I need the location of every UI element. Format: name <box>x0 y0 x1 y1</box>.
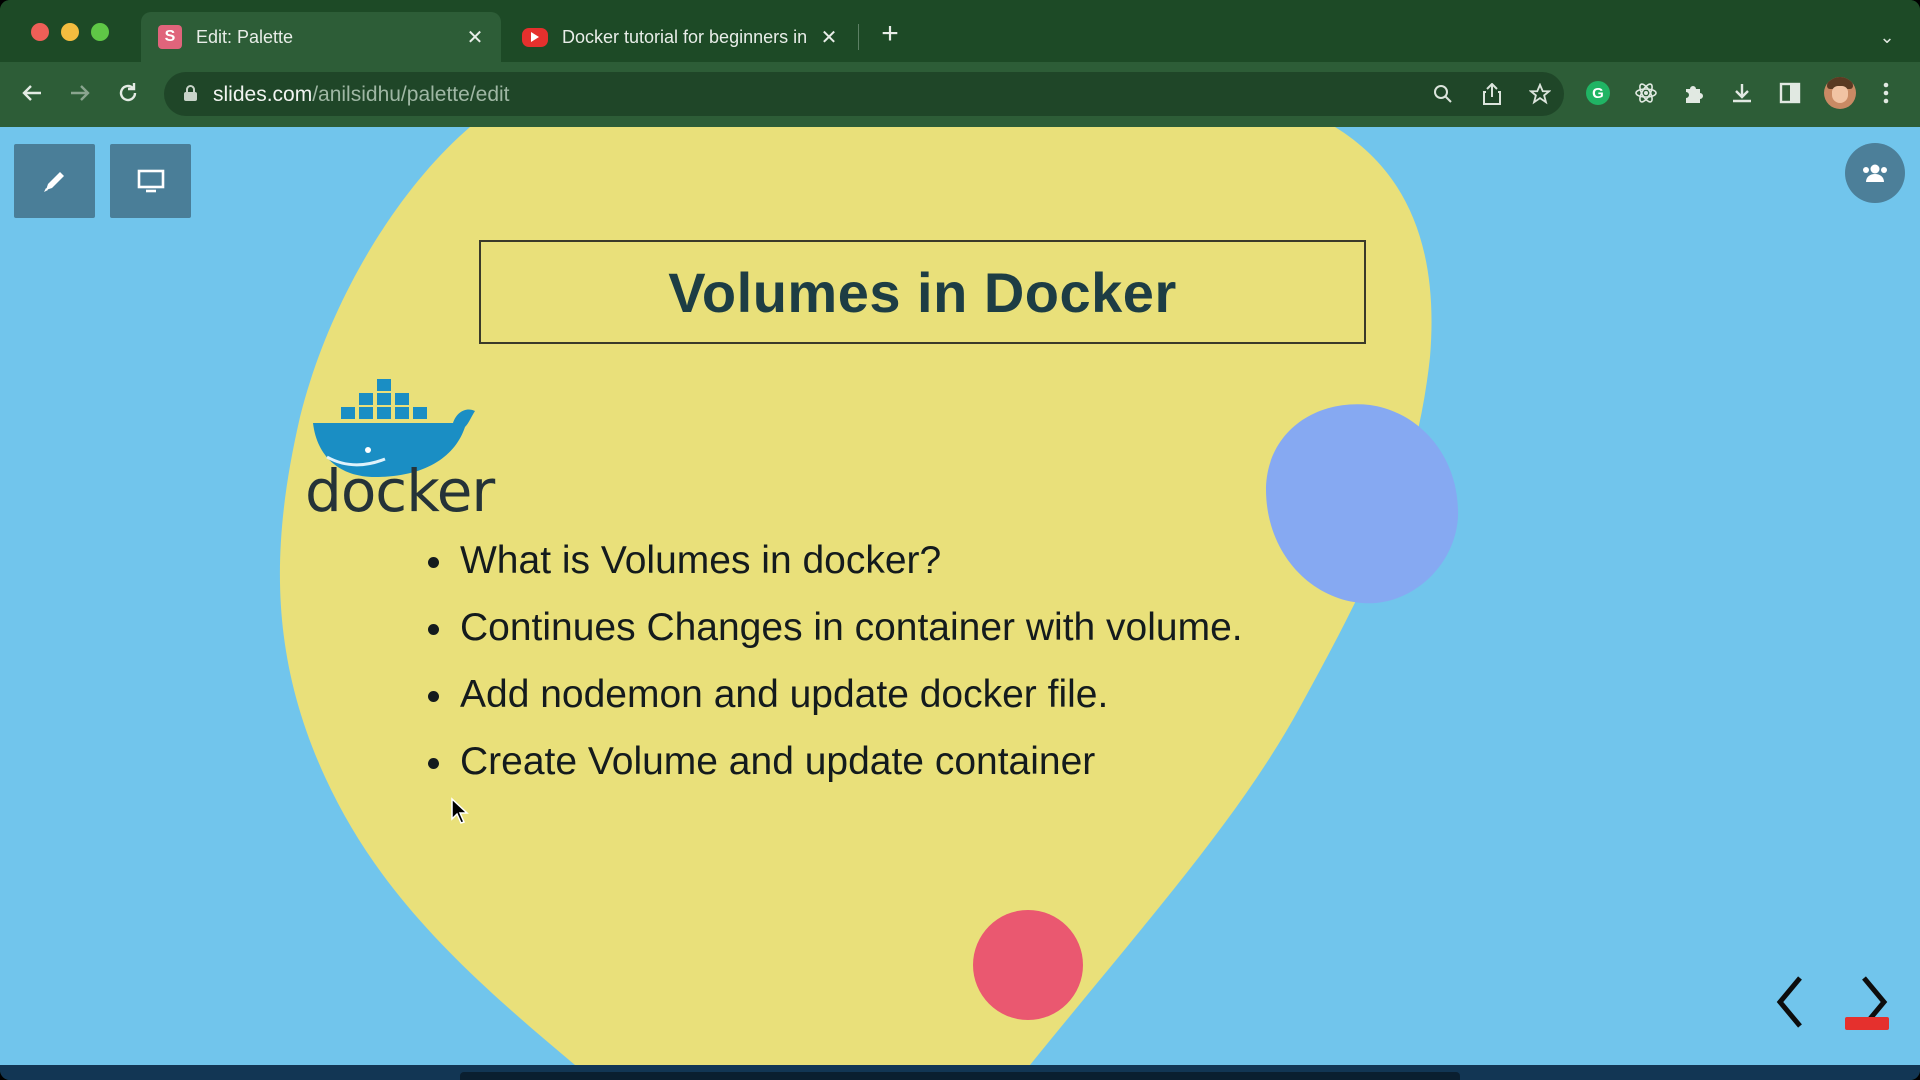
edit-pen-button[interactable] <box>14 144 95 218</box>
grammarly-extension-button[interactable]: G <box>1582 77 1614 109</box>
people-icon <box>1863 164 1887 182</box>
magnifier-icon[interactable] <box>1429 80 1457 108</box>
present-button[interactable] <box>110 144 191 218</box>
bottom-dock-edge <box>460 1072 1460 1080</box>
tab-docker-tutorial[interactable]: Docker tutorial for beginners in ✕ <box>505 12 855 62</box>
pen-icon <box>43 172 64 192</box>
arrow-left-icon <box>22 85 41 101</box>
mouse-cursor-icon <box>451 797 469 824</box>
url-text[interactable]: slides.com/anilsidhu/palette/edit <box>213 83 510 107</box>
slide-bullet-list[interactable]: What is Volumes in docker? Continues Cha… <box>426 527 1243 795</box>
list-item: Add nodemon and update docker file. <box>426 661 1243 728</box>
address-bar[interactable]: slides.com/anilsidhu/palette/edit <box>164 72 1564 116</box>
window-close-button[interactable] <box>31 23 49 41</box>
tab-close-icon[interactable]: ✕ <box>815 23 843 51</box>
pink-dot-shape <box>973 910 1083 1020</box>
tab-title: Edit: Palette <box>196 26 294 47</box>
slides-favicon-icon: S <box>158 25 182 49</box>
slide-title-box[interactable]: Volumes in Docker <box>479 240 1366 344</box>
tab-strip: S Edit: Palette ✕ Docker tutorial for be… <box>0 0 1920 62</box>
grammarly-icon: G <box>1586 81 1610 105</box>
tab-close-icon[interactable]: ✕ <box>461 23 489 51</box>
youtube-favicon-icon <box>522 27 548 47</box>
slide-stage: Volumes in Docker docker What is Volumes… <box>0 127 1920 1065</box>
reload-button[interactable] <box>108 73 148 113</box>
list-item: What is Volumes in docker? <box>426 527 1243 594</box>
list-item: Create Volume and update container <box>426 728 1243 795</box>
tab-title: Docker tutorial for beginners in <box>562 26 808 47</box>
reload-icon <box>119 83 137 102</box>
download-icon[interactable] <box>1726 77 1758 109</box>
share-icon[interactable] <box>1478 80 1506 108</box>
puzzle-icon[interactable] <box>1678 77 1710 109</box>
docker-logo-text: docker <box>305 457 495 525</box>
tab-search-icon[interactable]: ⌄ <box>1872 22 1902 52</box>
tab-edit-palette[interactable]: S Edit: Palette ✕ <box>141 12 501 62</box>
window-minimize-button[interactable] <box>61 23 79 41</box>
lock-icon[interactable] <box>184 85 197 101</box>
list-item: Continues Changes in container with volu… <box>426 594 1243 661</box>
window-zoom-button[interactable] <box>91 23 109 41</box>
slide-title: Volumes in Docker <box>668 260 1177 324</box>
browser-window: S Edit: Palette ✕ Docker tutorial for be… <box>0 0 1920 1080</box>
react-devtools-icon[interactable] <box>1630 77 1662 109</box>
collaborate-button[interactable] <box>1845 143 1905 203</box>
new-tab-button[interactable]: + <box>875 19 905 50</box>
star-icon[interactable] <box>1526 80 1554 108</box>
arrow-right-icon <box>71 85 90 101</box>
monitor-icon <box>137 169 164 193</box>
tab-divider <box>858 24 859 50</box>
kebab-menu-icon[interactable] <box>1870 77 1902 109</box>
side-panel-icon[interactable] <box>1774 77 1806 109</box>
subscribe-watermark-badge <box>1845 1017 1889 1030</box>
forward-button[interactable] <box>60 73 100 113</box>
back-button[interactable] <box>12 73 52 113</box>
profile-avatar[interactable] <box>1824 77 1856 109</box>
browser-toolbar: slides.com/anilsidhu/palette/edit G <box>0 62 1920 127</box>
chevron-left-icon[interactable] <box>1770 972 1810 1032</box>
